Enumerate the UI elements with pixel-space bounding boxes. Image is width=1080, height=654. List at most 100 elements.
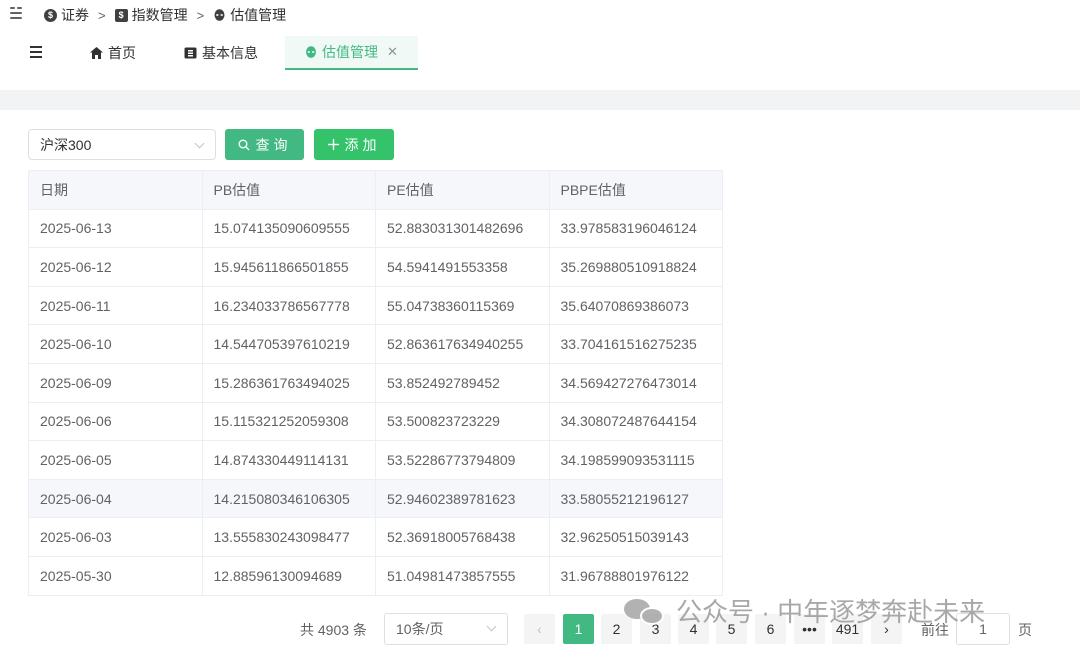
tab-bar: 首页 基本信息 估值管理 ✕ <box>0 36 1080 72</box>
chevron-down-icon <box>486 621 497 632</box>
breadcrumb-label: 指数管理 <box>131 7 188 23</box>
cell-date: 2025-06-09 <box>29 363 203 402</box>
search-icon <box>238 139 249 150</box>
add-button-label: 添加 <box>344 136 381 153</box>
table-row[interactable]: 2025-06-09 15.286361763494025 53.8524927… <box>29 363 723 403</box>
cell-pe: 53.852492789452 <box>376 363 550 402</box>
page-size-value: 10条/页 <box>396 621 444 637</box>
cell-date: 2025-06-06 <box>29 402 203 441</box>
cell-pe: 52.36918005768438 <box>376 518 550 556</box>
tab-label: 基本信息 <box>202 45 258 61</box>
table-row[interactable]: 2025-06-06 15.115321252059308 53.5008237… <box>29 402 723 442</box>
cell-date: 2025-06-03 <box>29 518 203 556</box>
cell-date: 2025-06-12 <box>29 248 203 286</box>
cell-pe: 55.04738360115369 <box>376 286 550 325</box>
column-header-date[interactable]: 日期 <box>29 171 203 209</box>
table-header-row: 日期 PB估值 PE估值 PBPE估值 <box>29 171 723 210</box>
breadcrumb-separator: > <box>196 7 205 23</box>
cell-pbpe: 35.64070869386073 <box>550 286 723 325</box>
cell-pe: 53.500823723229 <box>376 402 550 441</box>
cell-date: 2025-06-11 <box>29 286 203 325</box>
column-header-pbpe[interactable]: PBPE估值 <box>550 171 723 209</box>
cell-pb: 14.874330449114131 <box>203 441 376 479</box>
chevron-left-icon: ‹ <box>537 621 542 637</box>
hamburger-icon[interactable] <box>30 46 42 58</box>
breadcrumb-separator: > <box>98 7 106 23</box>
cell-pb: 14.215080346106305 <box>203 479 376 518</box>
top-bar: $ 证券 > $ 指数管理 > 估值管理 <box>0 0 1080 30</box>
cell-pe: 52.94602389781623 <box>376 479 550 518</box>
prev-page-button[interactable]: ‹ <box>524 614 555 644</box>
query-button[interactable]: 查询 <box>225 129 304 160</box>
goto-suffix: 页 <box>1018 622 1032 638</box>
cell-pb: 15.945611866501855 <box>203 248 376 286</box>
cell-pb: 13.555830243098477 <box>203 518 376 556</box>
table-row[interactable]: 2025-06-10 14.544705397610219 52.8636176… <box>29 325 723 364</box>
cell-pbpe: 34.569427276473014 <box>550 363 723 402</box>
close-icon[interactable]: ✕ <box>387 44 398 60</box>
cell-date: 2025-06-05 <box>29 441 203 479</box>
chevron-down-icon <box>194 138 205 149</box>
dollar-square-icon: $ <box>114 8 128 22</box>
content-divider <box>0 90 1080 110</box>
breadcrumb-label: 证券 <box>61 7 89 23</box>
breadcrumb-item-securities[interactable]: $ 证券 <box>44 5 89 25</box>
breadcrumb-item-index-management[interactable]: $ 指数管理 <box>114 5 188 25</box>
breadcrumb-item-valuation-management: 估值管理 <box>213 5 286 25</box>
cell-pbpe: 34.308072487644154 <box>550 402 723 441</box>
table-row[interactable]: 2025-06-04 14.215080346106305 52.9460238… <box>29 479 723 519</box>
table-row[interactable]: 2025-06-03 13.555830243098477 52.3691800… <box>29 518 723 557</box>
plus-icon <box>327 139 339 150</box>
cell-pbpe: 33.978583196046124 <box>550 209 723 248</box>
cell-pbpe: 33.704161516275235 <box>550 325 723 363</box>
home-icon <box>90 47 103 59</box>
page-button-1[interactable]: 1 <box>563 614 594 644</box>
watermark-text: 公众号 · 中年逐梦奔赴未来 <box>676 597 986 627</box>
table-row[interactable]: 2025-06-11 16.234033786567778 55.0473836… <box>29 286 723 326</box>
wechat-icon <box>624 595 666 627</box>
cell-pb: 15.074135090609555 <box>203 209 376 248</box>
cell-date: 2025-06-13 <box>29 209 203 248</box>
table-row[interactable]: 2025-06-13 15.074135090609555 52.8830313… <box>29 209 723 249</box>
index-select-value: 沪深300 <box>40 136 92 153</box>
table-row[interactable]: 2025-05-30 12.88596130094689 51.04981473… <box>29 556 723 596</box>
table-row[interactable]: 2025-06-05 14.874330449114131 53.5228677… <box>29 441 723 480</box>
page-size-select[interactable]: 10条/页 <box>384 613 508 645</box>
cell-pbpe: 31.96788801976122 <box>550 556 723 595</box>
column-header-pb[interactable]: PB估值 <box>203 171 376 209</box>
cell-pbpe: 33.58055212196127 <box>550 479 723 518</box>
query-button-label: 查询 <box>255 136 292 153</box>
cell-pbpe: 34.198599093531115 <box>550 441 723 479</box>
tab-home[interactable]: 首页 <box>90 36 136 70</box>
index-select[interactable]: 沪深300 <box>28 129 216 160</box>
alien-icon <box>214 8 225 21</box>
cell-date: 2025-06-04 <box>29 479 203 518</box>
cell-pbpe: 35.269880510918824 <box>550 248 723 286</box>
cell-pb: 14.544705397610219 <box>203 325 376 363</box>
tab-basic-info[interactable]: 基本信息 <box>184 36 258 70</box>
valuation-table: 日期 PB估值 PE估值 PBPE估值 2025-06-13 15.074135… <box>28 170 723 596</box>
cell-pe: 53.52286773794809 <box>376 441 550 479</box>
breadcrumb: $ 证券 > $ 指数管理 > 估值管理 <box>44 5 286 25</box>
cell-pb: 15.115321252059308 <box>203 402 376 441</box>
add-button[interactable]: 添加 <box>314 129 394 160</box>
tab-valuation-management[interactable]: 估值管理 ✕ <box>285 36 418 70</box>
total-count: 共 4903 条 <box>300 622 367 638</box>
tab-label: 首页 <box>108 45 136 61</box>
cell-pe: 52.883031301482696 <box>376 209 550 248</box>
breadcrumb-label: 估值管理 <box>230 7 287 23</box>
cell-pe: 54.5941491553358 <box>376 248 550 286</box>
collapse-menu-icon[interactable] <box>10 6 24 20</box>
column-header-pe[interactable]: PE估值 <box>376 171 550 209</box>
tab-label: 估值管理 <box>322 44 378 60</box>
cell-date: 2025-06-10 <box>29 325 203 363</box>
cell-pbpe: 32.96250515039143 <box>550 518 723 556</box>
alien-icon <box>306 45 316 58</box>
cell-pb: 12.88596130094689 <box>203 556 376 595</box>
cell-pe: 51.04981473857555 <box>376 556 550 595</box>
table-row[interactable]: 2025-06-12 15.945611866501855 54.5941491… <box>29 248 723 287</box>
cell-date: 2025-05-30 <box>29 556 203 595</box>
cell-pb: 16.234033786567778 <box>203 286 376 325</box>
watermark: 公众号 · 中年逐梦奔赴未来 <box>624 592 985 629</box>
cell-pb: 15.286361763494025 <box>203 363 376 402</box>
